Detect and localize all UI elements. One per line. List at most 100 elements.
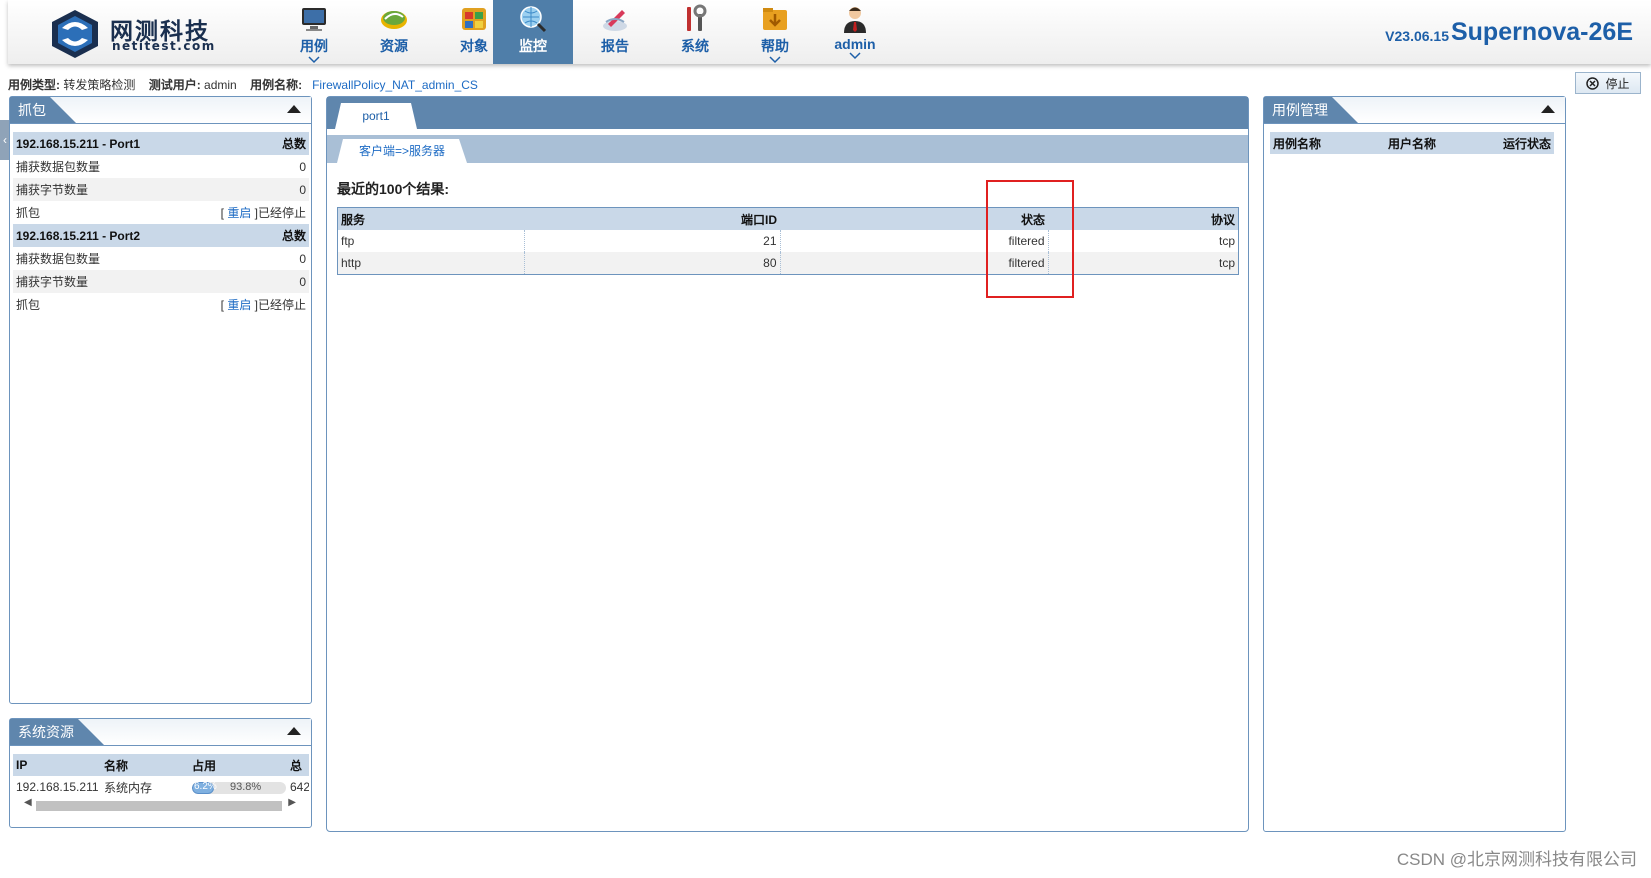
table-row: 抓包 [ 重启 ]已经停止 bbox=[13, 293, 309, 316]
tools-icon bbox=[687, 4, 707, 31]
cell-port: 21 bbox=[524, 230, 781, 252]
port-name: 192.168.15.211 - Port1 bbox=[13, 132, 187, 155]
collapse-up-icon[interactable] bbox=[287, 727, 301, 735]
bytes-value: 0 bbox=[186, 178, 309, 201]
table-row[interactable]: ftp 21 filtered tcp bbox=[337, 230, 1239, 252]
cell-port: 80 bbox=[524, 252, 781, 275]
scroll-right-icon[interactable]: ▶ bbox=[288, 797, 296, 808]
nav-item-resources[interactable]: 资源 bbox=[352, 0, 436, 64]
resource-header-row: IP 名称 占用 总 bbox=[13, 754, 309, 776]
stopped-status: ]已经停止 bbox=[251, 206, 306, 220]
nav-label: 帮助 bbox=[761, 38, 789, 54]
table-row: 抓包 [ 重启 ]已经停止 bbox=[13, 201, 309, 224]
port-header-row: 192.168.15.211 - Port2 总数 bbox=[13, 224, 309, 247]
packets-label: 捕获数据包数量 bbox=[16, 252, 101, 266]
port-header-row: 192.168.15.211 - Port1 总数 bbox=[13, 132, 309, 155]
cell-service: http bbox=[337, 252, 525, 275]
table-row: 捕获字节数量 0 bbox=[13, 270, 309, 293]
globe-search-icon bbox=[520, 6, 547, 33]
collapse-up-icon[interactable] bbox=[1541, 105, 1555, 113]
case-management-panel: 用例管理 用例名称 用户名称 运行状态 bbox=[1263, 96, 1566, 832]
top-header: 网测科技 netitest.com 用例 资源 对象 监控 报告 系统 帮助 a… bbox=[8, 0, 1651, 64]
usage-free: 93.8% bbox=[230, 781, 262, 793]
nav-label: 监控 bbox=[519, 38, 547, 54]
sysres-panel-title: 系统资源 bbox=[10, 719, 104, 745]
nav-label: admin bbox=[834, 36, 876, 52]
resource-usage: 6.2% 93.8% bbox=[189, 776, 287, 798]
stop-button-label: 停止 bbox=[1605, 76, 1630, 91]
chevron-down-icon bbox=[769, 56, 781, 64]
packets-value: 0 bbox=[299, 159, 306, 174]
col-protocol[interactable]: 协议 bbox=[1048, 207, 1239, 230]
nav-label: 用例 bbox=[300, 38, 328, 54]
col-total: 总 bbox=[287, 754, 309, 776]
tab-client-to-server[interactable]: 客户端=>服务器 bbox=[337, 139, 467, 163]
resource-total: 64214 M bbox=[290, 780, 309, 794]
tab-port1[interactable]: port1 bbox=[335, 103, 417, 129]
nav-label: 系统 bbox=[681, 38, 709, 54]
status-highlight-box bbox=[986, 180, 1074, 298]
bytes-label: 捕获字节数量 bbox=[13, 270, 187, 293]
brand-logo[interactable]: 网测科技 netitest.com bbox=[48, 8, 228, 58]
stop-button[interactable]: 停止 bbox=[1575, 72, 1641, 94]
restart-link[interactable]: 重启 bbox=[227, 206, 251, 220]
capture-table: 192.168.15.211 - Port1 总数 捕获数据包数量 0 捕获字节… bbox=[13, 132, 309, 316]
col-port-id[interactable]: 端口ID bbox=[524, 207, 780, 230]
nav-item-help[interactable]: 帮助 bbox=[733, 0, 817, 64]
nav-item-monitor[interactable]: 监控 bbox=[493, 0, 573, 64]
nav-item-reports[interactable]: 报告 bbox=[573, 0, 657, 64]
capture-label: 抓包 bbox=[16, 206, 41, 220]
resource-icon bbox=[381, 11, 407, 29]
report-icon bbox=[603, 10, 627, 31]
restart-link[interactable]: 重启 bbox=[227, 298, 251, 312]
scrollbar-thumb[interactable] bbox=[36, 801, 282, 811]
netitest-logo-icon bbox=[52, 10, 98, 58]
table-row: 192.168.15.211 系统内存 6.2% 93.8% 64214 M bbox=[13, 776, 309, 798]
chevron-left-icon: ‹ bbox=[3, 133, 7, 147]
case-name-link[interactable]: FirewallPolicy_NAT_admin_CS bbox=[312, 78, 478, 92]
col-service[interactable]: 服务 bbox=[337, 207, 524, 230]
col-name: 名称 bbox=[101, 754, 189, 776]
port-name: 192.168.15.211 - Port2 bbox=[13, 224, 187, 247]
capture-panel-title: 抓包 bbox=[10, 97, 76, 123]
table-row: 捕获字节数量 0 bbox=[13, 178, 309, 201]
horizontal-scrollbar[interactable]: ◀ ▶ bbox=[24, 797, 296, 812]
stopped-status: ]已经停止 bbox=[251, 298, 306, 312]
nav-label: 报告 bbox=[601, 38, 629, 54]
case-info-bar: 用例类型: 转发策略检测 测试用户: admin 用例名称: FirewallP… bbox=[8, 76, 478, 92]
bytes-label: 捕获字节数量 bbox=[13, 178, 187, 201]
col-run-status: 运行状态 bbox=[1459, 132, 1554, 154]
cell-protocol: tcp bbox=[1048, 252, 1239, 275]
collapse-up-icon[interactable] bbox=[287, 105, 301, 113]
nav-item-cases[interactable]: 用例 bbox=[272, 0, 356, 64]
test-user-label: 测试用户: bbox=[148, 78, 201, 92]
object-icon bbox=[462, 8, 486, 30]
capture-panel: 抓包 192.168.15.211 - Port1 总数 捕获数据包数量 0 捕… bbox=[9, 96, 312, 704]
col-user-name: 用户名称 bbox=[1364, 132, 1460, 154]
nav-item-admin[interactable]: admin bbox=[813, 0, 897, 64]
cell-service: ftp bbox=[337, 230, 525, 252]
cell-protocol: tcp bbox=[1218, 234, 1235, 248]
monitor-panel: port1 客户端=>服务器 最近的100个结果: 服务 端口ID 状态 协议 … bbox=[326, 96, 1249, 832]
scroll-left-icon[interactable]: ◀ bbox=[24, 797, 32, 808]
usage-used: 6.2% bbox=[194, 781, 217, 792]
bytes-value: 0 bbox=[186, 270, 309, 293]
total-label: 总数 bbox=[186, 132, 309, 155]
watermark: CSDN @北京网测科技有限公司 bbox=[1396, 850, 1637, 869]
port-tab-bar: port1 bbox=[327, 97, 1248, 129]
test-user-value: admin bbox=[204, 78, 237, 92]
case-panel-header: 用例管理 bbox=[1264, 97, 1565, 124]
capture-label: 抓包 bbox=[16, 298, 41, 312]
table-row: 捕获数据包数量 0 bbox=[13, 247, 309, 270]
sysres-panel-header: 系统资源 bbox=[10, 719, 311, 746]
nav-label: 资源 bbox=[380, 38, 408, 54]
capture-status: [ 重启 ]已经停止 bbox=[187, 293, 309, 316]
case-table: 用例名称 用户名称 运行状态 bbox=[1270, 132, 1554, 154]
memory-usage-bar: 6.2% 93.8% bbox=[192, 781, 286, 794]
help-folder-icon bbox=[763, 8, 787, 30]
packets-value: 0 bbox=[299, 251, 306, 266]
col-ip: IP bbox=[13, 754, 101, 776]
packets-label: 捕获数据包数量 bbox=[16, 160, 101, 174]
nav-item-system[interactable]: 系统 bbox=[653, 0, 737, 64]
table-row[interactable]: http 80 filtered tcp bbox=[337, 252, 1239, 275]
